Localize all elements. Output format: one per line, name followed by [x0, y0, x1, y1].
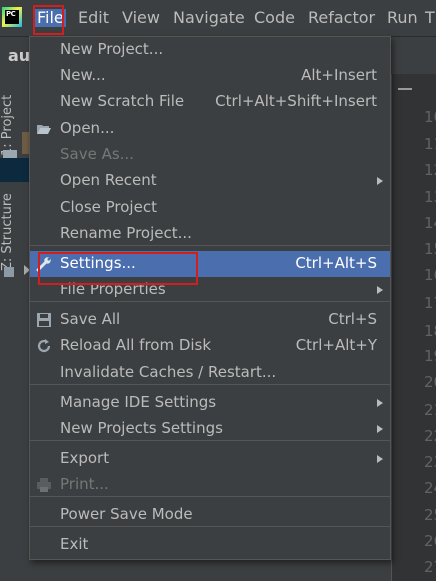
- menu-item-label: Settings...: [60, 254, 136, 272]
- menu-item-save-as: Save As...: [30, 142, 390, 168]
- menu-item-shortcut: Alt+Insert: [301, 66, 377, 84]
- line-number: 12: [424, 161, 436, 179]
- line-number: 20: [424, 373, 436, 391]
- menu-item-shortcut: Ctrl+Alt+S: [295, 254, 377, 272]
- menu-item-label: Rename Project...: [60, 224, 192, 242]
- left-tool-window-strip: 1: Project Z: Structure: [0, 74, 23, 581]
- editor-tab-label[interactable]: au: [8, 46, 30, 65]
- menu-separator: [30, 384, 390, 385]
- line-number: 25: [424, 506, 436, 524]
- menu-refactor[interactable]: Refactor: [308, 9, 375, 27]
- reload-icon: [36, 338, 52, 354]
- menu-item-new-project[interactable]: New Project...: [30, 37, 390, 63]
- line-number: 19: [424, 347, 436, 365]
- project-tree-row-selected[interactable]: [0, 158, 32, 182]
- menu-item-label: New...: [60, 66, 106, 84]
- menu-item-label: Reload All from Disk: [60, 336, 212, 354]
- submenu-arrow-icon: [377, 286, 383, 294]
- menu-item-label: File Properties: [60, 280, 166, 298]
- submenu-arrow-icon: [377, 455, 383, 463]
- menu-separator: [30, 526, 390, 527]
- menu-item-save-all[interactable]: Save All Ctrl+S: [30, 307, 390, 333]
- menu-item-label: Print...: [60, 475, 109, 493]
- minimize-icon[interactable]: [398, 88, 412, 90]
- menu-item-label: Exit: [60, 535, 89, 553]
- menu-item-export[interactable]: Export: [30, 446, 390, 472]
- submenu-arrow-icon: [377, 399, 383, 407]
- menu-separator: [30, 496, 390, 497]
- menu-item-new[interactable]: New... Alt+Insert: [30, 63, 390, 89]
- menu-item-label: New Project...: [60, 40, 164, 58]
- menu-navigate[interactable]: Navigate: [173, 9, 245, 27]
- menu-item-open[interactable]: Open...: [30, 116, 390, 142]
- menu-tools[interactable]: T: [425, 9, 435, 27]
- menu-item-shortcut: Ctrl+Alt+Y: [295, 336, 377, 354]
- menu-item-new-projects-settings[interactable]: New Projects Settings: [30, 416, 390, 442]
- menu-item-label: New Scratch File: [60, 92, 185, 110]
- menu-file[interactable]: File: [35, 9, 66, 27]
- folder-open-icon: [36, 121, 52, 137]
- menu-item-manage-ide-settings[interactable]: Manage IDE Settings: [30, 390, 390, 416]
- menu-bar: PC File Edit View Navigate Code Refactor…: [0, 0, 436, 37]
- menu-edit[interactable]: Edit: [78, 9, 109, 27]
- menu-item-new-scratch-file[interactable]: New Scratch File Ctrl+Alt+Shift+Insert: [30, 89, 390, 115]
- structure-icon: [4, 267, 14, 277]
- pycharm-logo-icon: PC: [2, 7, 22, 27]
- line-number: 13: [424, 188, 436, 206]
- menu-item-label: Save All: [60, 310, 121, 328]
- menu-item-label: Save As...: [60, 145, 134, 163]
- submenu-arrow-icon: [377, 425, 383, 433]
- menu-item-reload-all-from-disk[interactable]: Reload All from Disk Ctrl+Alt+Y: [30, 333, 390, 359]
- menu-separator: [30, 245, 390, 246]
- menu-item-invalidate-caches-restart[interactable]: Invalidate Caches / Restart...: [30, 360, 390, 386]
- wrench-icon: [36, 256, 52, 272]
- menu-item-power-save-mode[interactable]: Power Save Mode: [30, 502, 390, 528]
- menu-item-label: Open Recent: [60, 171, 157, 189]
- menu-item-label: New Projects Settings: [60, 419, 223, 437]
- menu-item-file-properties[interactable]: File Properties: [30, 277, 390, 303]
- line-number: 21: [424, 401, 436, 419]
- menu-item-print: Print...: [30, 472, 390, 498]
- menu-item-label: Manage IDE Settings: [60, 393, 217, 411]
- menu-item-rename-project[interactable]: Rename Project...: [30, 221, 390, 247]
- menu-code[interactable]: Code: [254, 9, 295, 27]
- menu-separator: [30, 301, 390, 302]
- menu-item-open-recent[interactable]: Open Recent: [30, 168, 390, 194]
- floppy-disk-icon: [36, 312, 52, 328]
- line-number: 23: [424, 453, 436, 471]
- line-number: 26: [424, 532, 436, 550]
- menu-item-label: Power Save Mode: [60, 505, 193, 523]
- line-number: 17: [424, 294, 436, 312]
- line-number: 27: [424, 558, 436, 576]
- line-number: 14: [424, 214, 436, 232]
- line-number: 16: [424, 266, 436, 284]
- menu-item-shortcut: Ctrl+Alt+Shift+Insert: [215, 92, 377, 110]
- line-number: 10: [424, 108, 436, 126]
- structure-tool-tab[interactable]: Z: Structure: [0, 184, 22, 280]
- menu-item-settings[interactable]: Settings... Ctrl+Alt+S: [30, 251, 390, 277]
- menu-item-label: Invalidate Caches / Restart...: [60, 363, 277, 381]
- line-number: 11: [424, 135, 436, 153]
- menu-item-close-project[interactable]: Close Project: [30, 195, 390, 221]
- printer-icon: [36, 477, 52, 493]
- menu-item-shortcut: Ctrl+S: [328, 310, 377, 328]
- line-number: 24: [424, 479, 436, 497]
- menu-item-label: Open...: [60, 119, 115, 137]
- file-menu-dropdown: New Project... New... Alt+Insert New Scratc…: [29, 36, 391, 560]
- menu-view[interactable]: View: [122, 9, 160, 27]
- menu-item-label: Close Project: [60, 198, 157, 216]
- line-number: 18: [424, 322, 436, 340]
- menu-separator: [30, 440, 390, 441]
- menu-item-exit[interactable]: Exit: [30, 532, 390, 558]
- menu-run[interactable]: Run: [387, 9, 418, 27]
- line-number: 15: [424, 240, 436, 258]
- menu-item-label: Export: [60, 449, 110, 467]
- line-number: 22: [424, 427, 436, 445]
- submenu-arrow-icon: [377, 177, 383, 185]
